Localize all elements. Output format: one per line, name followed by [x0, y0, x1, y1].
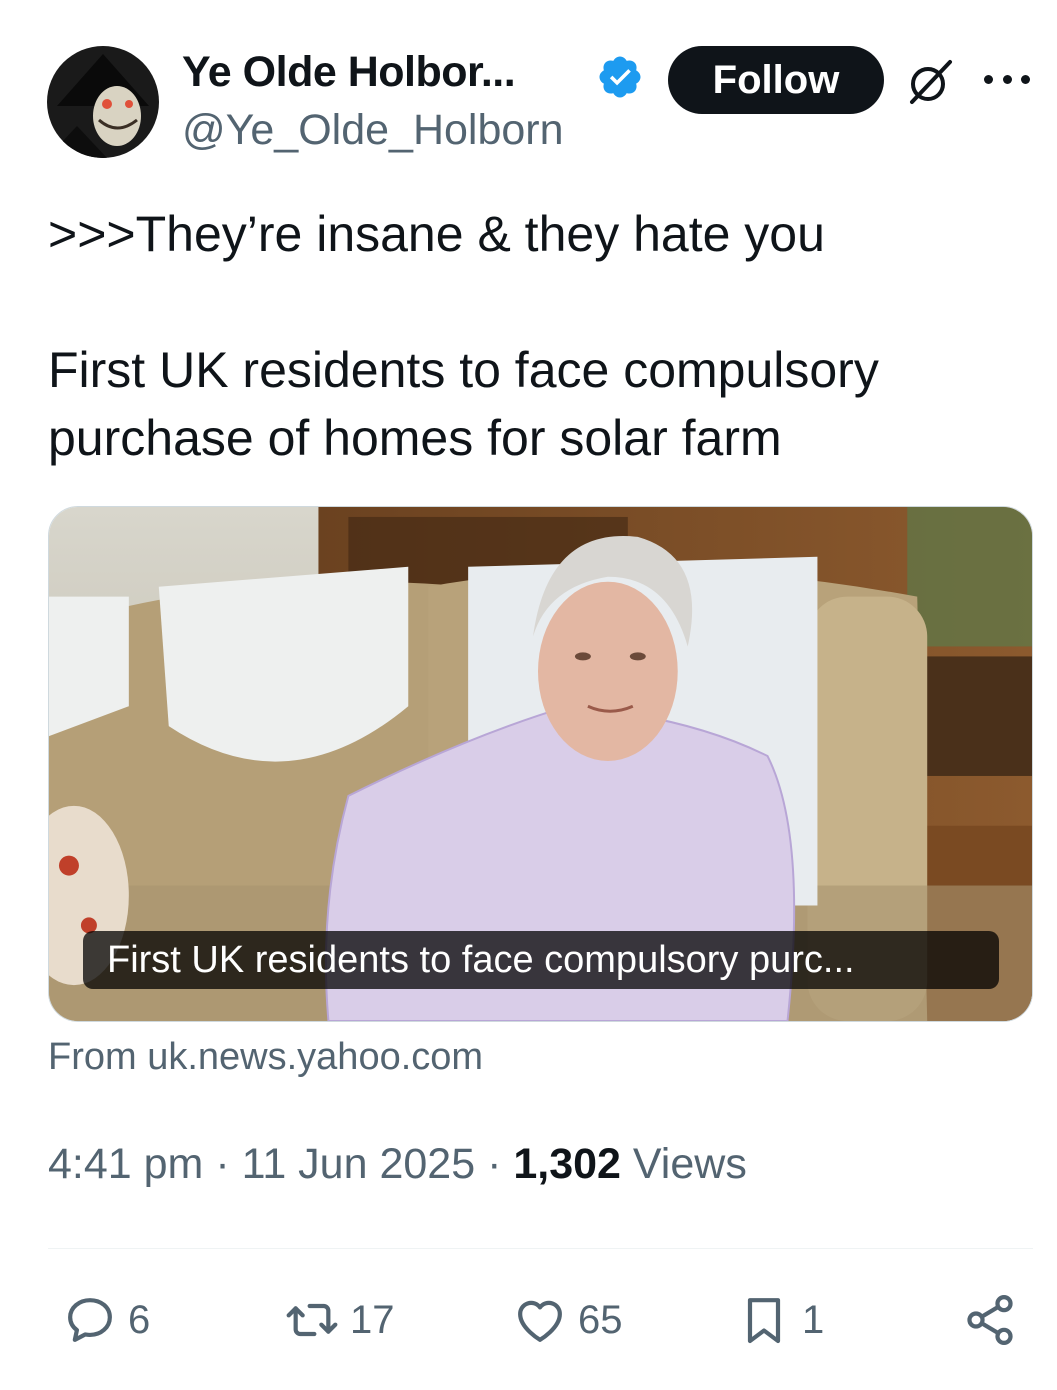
verified-badge-icon[interactable] — [596, 53, 644, 101]
tweet-line-1: >>>They’re insane & they hate you — [48, 206, 825, 262]
reply-button[interactable]: 6 — [62, 1292, 150, 1348]
reply-count: 6 — [128, 1297, 151, 1342]
more-dot — [1021, 74, 1030, 84]
tweet-time[interactable]: 4:41 pm — [48, 1140, 203, 1188]
action-bar: 6 17 65 1 — [0, 1280, 1057, 1360]
card-source[interactable]: From uk.news.yahoo.com — [48, 1036, 483, 1079]
share-icon — [967, 1295, 1013, 1345]
bookmark-icon — [747, 1298, 781, 1344]
repost-button[interactable]: 17 — [284, 1292, 395, 1348]
views-count: 1,302 — [513, 1140, 621, 1188]
tweet-meta: 4:41 pm · 11 Jun 2025 · 1,302 Views — [48, 1140, 747, 1189]
views-label: Views — [632, 1140, 747, 1188]
tweet-text: >>>They’re insane & they hate you First … — [48, 200, 1028, 472]
author-avatar[interactable] — [47, 46, 159, 158]
follow-button[interactable]: Follow — [668, 46, 884, 114]
tweet-date[interactable]: 11 Jun 2025 — [242, 1140, 476, 1188]
meta-separator: · — [203, 1140, 242, 1188]
repost-icon — [286, 1303, 338, 1337]
like-button[interactable]: 65 — [512, 1292, 623, 1348]
link-preview-card[interactable]: First UK residents to face compulsory pu… — [48, 506, 1033, 1022]
more-dot — [1002, 74, 1012, 84]
meta-separator: · — [475, 1140, 514, 1188]
share-button[interactable] — [962, 1292, 1018, 1348]
bookmark-count: 1 — [802, 1297, 825, 1342]
repost-count: 17 — [350, 1297, 395, 1342]
more-icon[interactable] — [984, 64, 1030, 94]
reply-icon — [68, 1298, 112, 1342]
like-count: 65 — [578, 1297, 623, 1342]
grok-icon[interactable] — [904, 56, 956, 108]
more-dot — [984, 74, 993, 84]
author-handle[interactable]: @Ye_Olde_Holborn — [182, 106, 564, 155]
heart-icon — [518, 1300, 562, 1342]
bookmark-button[interactable]: 1 — [736, 1292, 824, 1348]
tweet-line-2: First UK residents to face compulsory pu… — [48, 342, 879, 466]
author-display-name[interactable]: Ye Olde Holbor... — [182, 48, 516, 97]
card-caption: First UK residents to face compulsory pu… — [83, 931, 999, 989]
divider — [48, 1248, 1033, 1249]
